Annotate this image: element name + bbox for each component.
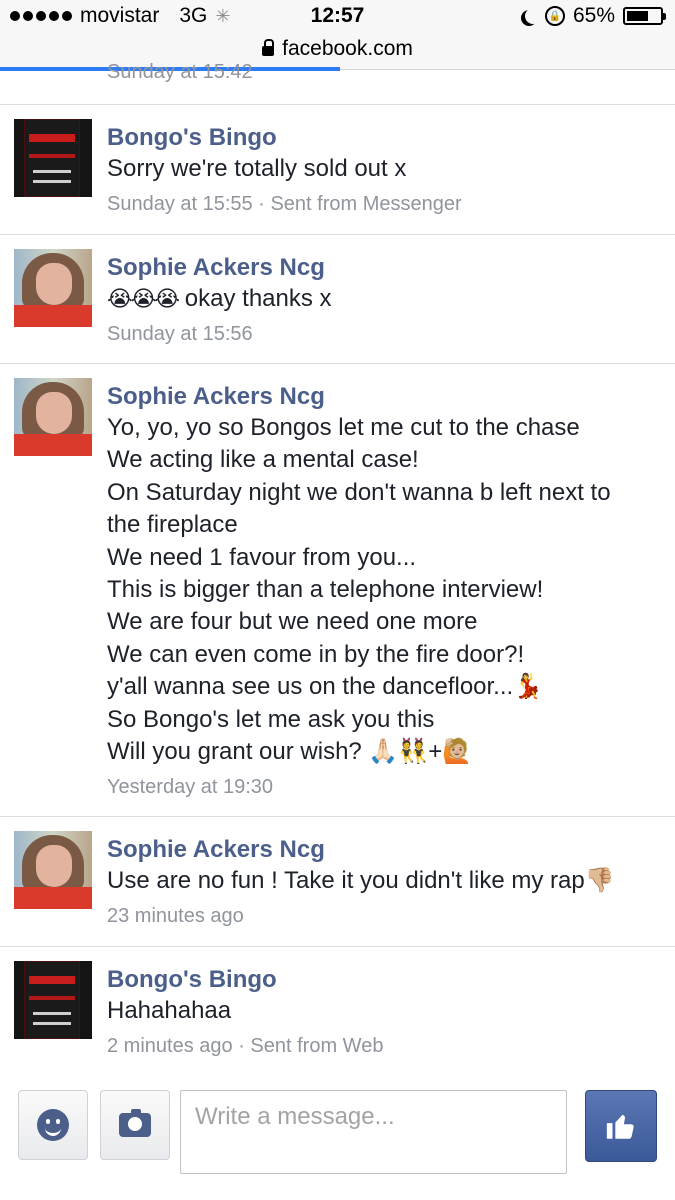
message-text: Sorry we're totally sold out x bbox=[107, 155, 407, 182]
message-timestamp: Sunday at 15:55 bbox=[107, 193, 253, 216]
message-source: Sent from Messenger bbox=[270, 193, 462, 216]
secure-lock-icon bbox=[262, 39, 275, 56]
message-composer: Write a message... bbox=[0, 1078, 675, 1200]
camera-icon bbox=[119, 1109, 151, 1137]
address-bar[interactable]: facebook.com bbox=[0, 37, 675, 61]
url-text: facebook.com bbox=[282, 37, 413, 60]
smiley-icon bbox=[37, 1109, 69, 1141]
message-text-line: This is bigger than a telephone intervie… bbox=[107, 576, 544, 604]
avatar[interactable] bbox=[14, 249, 92, 327]
rotation-lock-icon: 🔒 bbox=[544, 6, 565, 26]
avatar[interactable] bbox=[14, 961, 92, 1039]
message-text-line: So Bongo's let me ask you this bbox=[107, 705, 435, 733]
message-text-line: We acting like a mental case! bbox=[107, 446, 419, 474]
message-item: Sophie Ackers Ncg Yo, yo, yo so Bongos l… bbox=[0, 363, 675, 816]
message-text: Yo, yo, yo so Bongos let me cut to the c… bbox=[107, 412, 663, 768]
message-timestamp: 2 minutes ago bbox=[107, 1035, 233, 1058]
event-poster-image bbox=[24, 961, 80, 1039]
message-item: Bongo's Bingo Sorry we're totally sold o… bbox=[0, 104, 675, 234]
battery-percent: 65% bbox=[572, 4, 615, 27]
message-item: Sophie Ackers Ncg Use are no fun ! Take … bbox=[0, 816, 675, 946]
message-text: Use are no fun ! Take it you didn't like… bbox=[107, 867, 615, 894]
sender-name[interactable]: Sophie Ackers Ncg bbox=[107, 253, 663, 283]
sender-name[interactable]: Bongo's Bingo bbox=[107, 123, 663, 153]
message-text-line: the fireplace bbox=[107, 511, 238, 539]
avatar[interactable] bbox=[14, 119, 92, 197]
message-item: Bongo's Bingo Hahahahaa 2 minutes ago · … bbox=[0, 946, 675, 1078]
message-timestamp: 23 minutes ago bbox=[107, 905, 244, 928]
message-text-line: We are four but we need one more bbox=[107, 608, 478, 636]
do-not-disturb-icon bbox=[525, 8, 541, 24]
message-meta: Sunday at 15:55 · Sent from Messenger bbox=[107, 193, 462, 216]
sender-name[interactable]: Sophie Ackers Ncg bbox=[107, 382, 663, 412]
message-text-line: y'all wanna see us on the dancefloor...💃 bbox=[107, 673, 544, 701]
message-timestamp: Sunday at 15:56 bbox=[107, 323, 253, 346]
emoji-button[interactable] bbox=[18, 1090, 88, 1160]
message-text: Hahahahaa bbox=[107, 997, 232, 1024]
battery-icon bbox=[623, 7, 666, 25]
message-text-line: okay thanks x bbox=[184, 285, 332, 312]
message-text-line: Will you grant our wish? 🙏🏻👯+🙋🏼 bbox=[107, 738, 473, 766]
message-text-line: On Saturday night we don't wanna b left … bbox=[107, 478, 611, 506]
message-text: 😭😭😭 okay thanks x bbox=[107, 283, 663, 315]
event-poster-image bbox=[24, 119, 80, 197]
message-item: Sophie Ackers Ncg 😭😭😭 okay thanks x Sund… bbox=[0, 234, 675, 363]
message-meta: 2 minutes ago · Sent from Web bbox=[107, 1035, 384, 1058]
message-text-line: Yo, yo, yo so Bongos let me cut to the c… bbox=[107, 414, 580, 441]
message-input[interactable]: Write a message... bbox=[180, 1090, 567, 1174]
message-timestamp: Sunday at 15:42 bbox=[107, 61, 253, 83]
like-button[interactable] bbox=[585, 1090, 657, 1162]
avatar[interactable] bbox=[14, 831, 92, 909]
message-text-line: We can even come in by the fire door?! bbox=[107, 640, 525, 668]
message-timestamp: Yesterday at 19:30 bbox=[107, 776, 274, 799]
sender-name[interactable]: Bongo's Bingo bbox=[107, 965, 663, 995]
crying-emoji-icon: 😭😭😭 bbox=[107, 286, 180, 311]
message-text-line: We need 1 favour from you... bbox=[107, 543, 417, 571]
photo-button[interactable] bbox=[100, 1090, 170, 1160]
thumbs-up-icon bbox=[606, 1114, 634, 1139]
message-source: Sent from Web bbox=[250, 1035, 384, 1058]
sender-name[interactable]: Sophie Ackers Ncg bbox=[107, 835, 663, 865]
avatar[interactable] bbox=[14, 378, 92, 456]
status-bar: movistar 3G ✳ 12:57 🔒 65% facebook.com bbox=[0, 0, 675, 71]
